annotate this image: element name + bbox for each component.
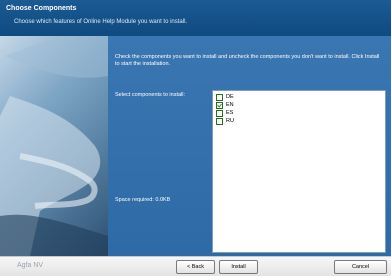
component-item-ru[interactable]: RU [216, 117, 234, 125]
checkbox-icon[interactable] [216, 117, 223, 125]
component-label: ES [226, 110, 234, 116]
page-subtitle: Choose which features of Online Help Mod… [14, 19, 188, 25]
dialog-body: Check the components you want to install… [0, 36, 391, 256]
component-item-es[interactable]: ES [216, 109, 233, 117]
component-item-de[interactable]: DE [216, 93, 234, 101]
footer-bar: Agfa NV < Back Install Cancel [0, 256, 391, 276]
back-button[interactable]: < Back [176, 260, 215, 274]
content-panel: Check the components you want to install… [108, 36, 391, 256]
brand-label: Agfa NV [17, 262, 44, 269]
component-label: RU [226, 118, 234, 124]
checkbox-icon[interactable] [216, 109, 223, 117]
side-illustration [0, 36, 108, 256]
component-label: EN [226, 102, 234, 108]
installer-dialog: Choose Components Choose which features … [0, 0, 391, 276]
select-components-label: Select components to install: [115, 92, 186, 98]
component-item-en[interactable]: EN [216, 101, 234, 109]
checked-checkbox-icon[interactable] [216, 101, 223, 109]
space-required-text: Space required: 0.0KB [115, 197, 171, 203]
checkbox-icon[interactable] [216, 93, 223, 101]
page-title: Choose Components [6, 5, 77, 12]
instructions-text: Check the components you want to install… [115, 54, 380, 67]
hand-illustration-icon [0, 36, 108, 256]
cancel-button[interactable]: Cancel [334, 260, 387, 274]
components-list[interactable]: DE EN ES RU [212, 90, 386, 253]
component-label: DE [226, 94, 234, 100]
install-button[interactable]: Install [219, 260, 258, 274]
header-banner: Choose Components Choose which features … [0, 0, 391, 36]
